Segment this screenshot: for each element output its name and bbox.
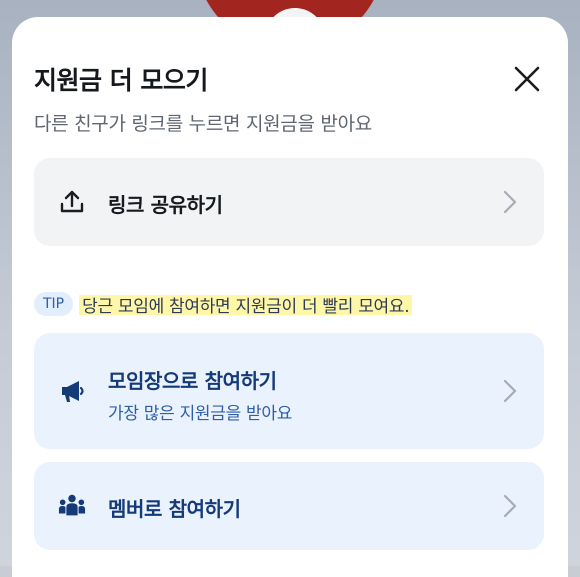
share-link-label: 링크 공유하기 [108,193,223,217]
join-as-leader-label: 모임장으로 참여하기 [108,369,277,393]
sheet-subtitle: 다른 친구가 링크를 누르면 지원금을 받아요 [34,113,372,135]
share-link-button[interactable]: 링크 공유하기 [34,158,544,246]
chevron-right-icon [503,379,517,403]
join-as-leader-button[interactable]: 모임장으로 참여하기 가장 많은 지원금을 받아요 [34,333,544,449]
join-as-member-label: 멤버로 참여하기 [108,497,241,521]
close-button[interactable] [509,61,545,97]
close-icon [514,66,540,92]
chevron-right-icon [503,190,517,214]
tip-text: 당근 모임에 참여하면 지원금이 더 빨리 모여요. [79,291,413,317]
upload-share-icon [58,188,86,216]
megaphone-icon [58,377,86,405]
tip-row: TIP 당근 모임에 참여하면 지원금이 더 빨리 모여요. [34,289,413,319]
join-as-leader-description: 가장 많은 지원금을 받아요 [108,404,293,424]
bottom-sheet: 지원금 더 모으기 다른 친구가 링크를 누르면 지원금을 받아요 링크 공유하… [12,17,568,577]
group-people-icon [58,492,86,520]
join-as-member-button[interactable]: 멤버로 참여하기 [34,462,544,550]
tip-badge: TIP [34,292,74,316]
chevron-right-icon [503,494,517,518]
sheet-title: 지원금 더 모으기 [34,66,208,95]
